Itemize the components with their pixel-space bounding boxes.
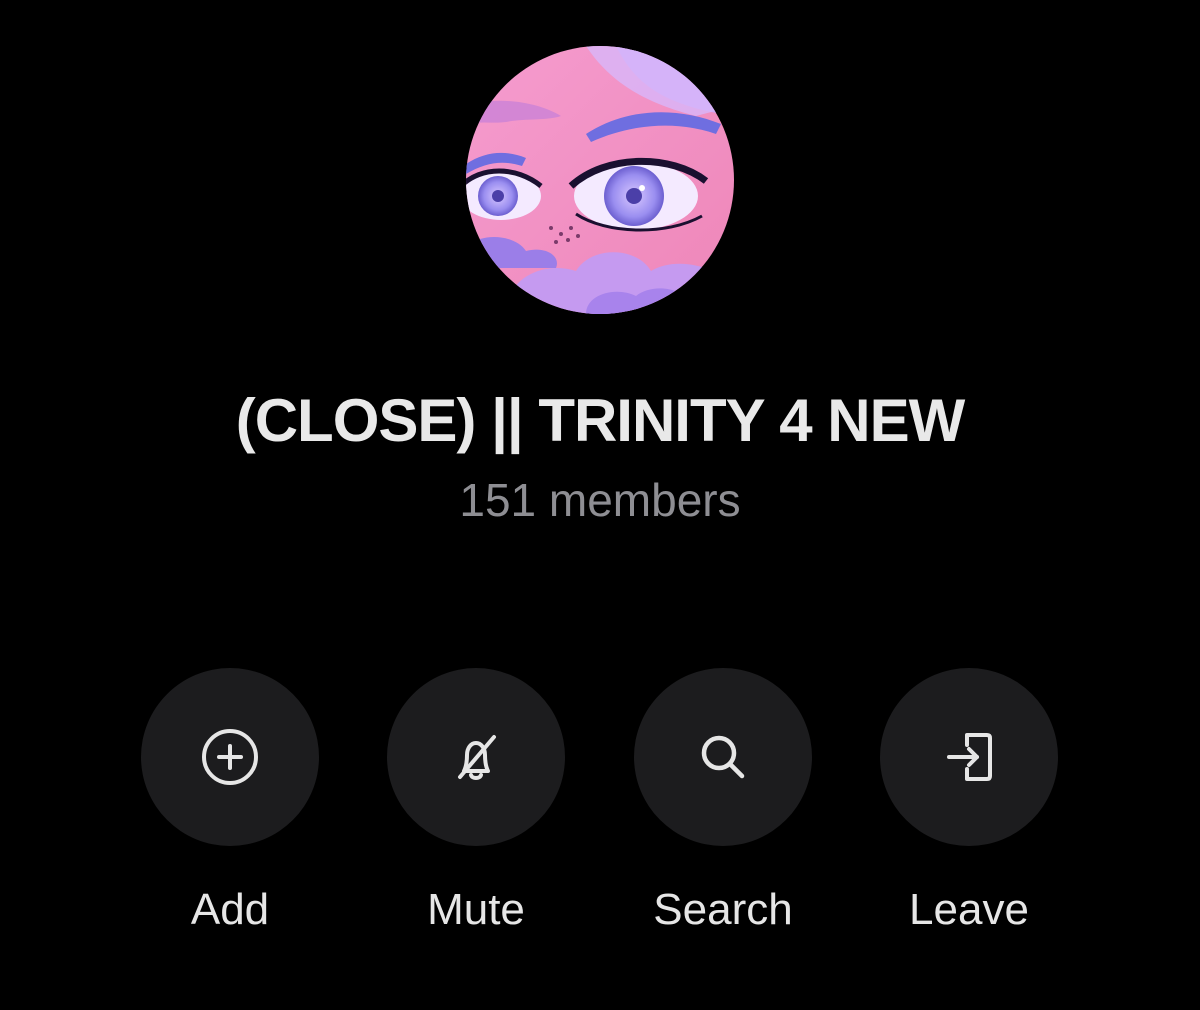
mute-label: Mute [427, 885, 525, 934]
mute-button[interactable]: Mute [376, 668, 576, 948]
search-button-circle[interactable] [634, 668, 812, 846]
search-label: Search [653, 885, 793, 934]
group-avatar[interactable] [466, 46, 734, 314]
action-bar: Add Mute Search Leave [0, 668, 1200, 948]
avatar-illustration [466, 46, 734, 314]
leave-button-circle[interactable] [880, 668, 1058, 846]
leave-label: Leave [909, 885, 1029, 934]
plus-circle-icon [202, 729, 258, 785]
member-count: 151 members [459, 474, 741, 526]
search-icon [701, 735, 745, 779]
mute-button-circle[interactable] [387, 668, 565, 846]
group-title: (CLOSE) || TRINITY 4 NEW [235, 387, 966, 454]
add-label: Add [190, 885, 270, 934]
leave-icon [947, 733, 992, 781]
leave-button[interactable]: Leave [869, 668, 1069, 948]
search-button[interactable]: Search [623, 668, 823, 948]
add-button-circle[interactable] [141, 668, 319, 846]
bell-slash-icon [458, 735, 496, 780]
add-button[interactable]: Add [130, 668, 330, 948]
